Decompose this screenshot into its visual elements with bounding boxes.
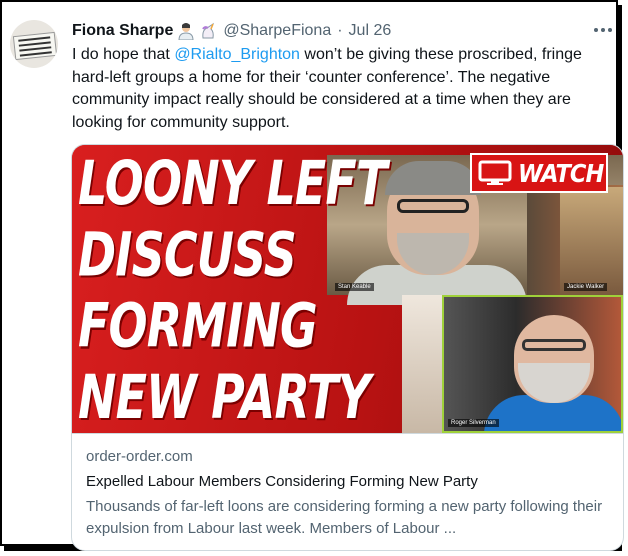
card-meta[interactable]: order-order.com Expelled Labour Members … [72,433,623,550]
tweet-frame: Fiona Sharpe @SharpeFiona · Jul 26 I do … [0,0,624,551]
separator-dot: · [337,22,343,39]
headline-line: DISCUSS [78,220,297,291]
video-tile-room [402,295,442,433]
watch-label: WATCH [518,158,604,188]
monitor-icon [478,160,512,185]
participant-label: Jackie Walker [564,283,608,291]
thumbnail-headline: LOONY LEFT DISCUSS FORMING NEW PARTY [78,149,387,433]
video-tile-right: Jackie Walker [560,187,623,295]
card-domain: order-order.com [86,448,193,465]
watch-badge: WATCH [470,153,608,193]
tweet-header: Fiona Sharpe @SharpeFiona · Jul 26 [72,20,391,42]
tweet-text-part: I do hope that [72,46,175,63]
mention-link[interactable]: @Rialto_Brighton [174,46,300,63]
video-tile-bottom: Roger Silverman [442,295,623,433]
card-description: Thousands of far-left loons are consider… [86,498,603,537]
tweet-text: I do hope that @Rialto_Brighton won’t be… [72,44,612,134]
headline-line: FORMING [78,291,318,362]
unicorn-icon [202,22,215,39]
participant-label: Roger Silverman [448,419,499,427]
avatar-sign-image [12,31,58,61]
person-in-lab-coat-icon [178,23,194,40]
link-card[interactable]: Stan Keable Jackie Walker Roger Silverma… [71,144,624,551]
more-options-icon[interactable] [590,20,616,40]
display-name[interactable]: Fiona Sharpe [72,22,173,40]
headline-line: LOONY LEFT [78,149,387,220]
avatar[interactable] [10,20,58,68]
headline-line: NEW PARTY [78,362,371,433]
card-thumbnail[interactable]: Stan Keable Jackie Walker Roger Silverma… [72,145,623,433]
card-title[interactable]: Expelled Labour Members Considering Form… [86,473,478,490]
tweet-date[interactable]: Jul 26 [349,22,392,40]
user-handle[interactable]: @SharpeFiona [223,22,331,40]
